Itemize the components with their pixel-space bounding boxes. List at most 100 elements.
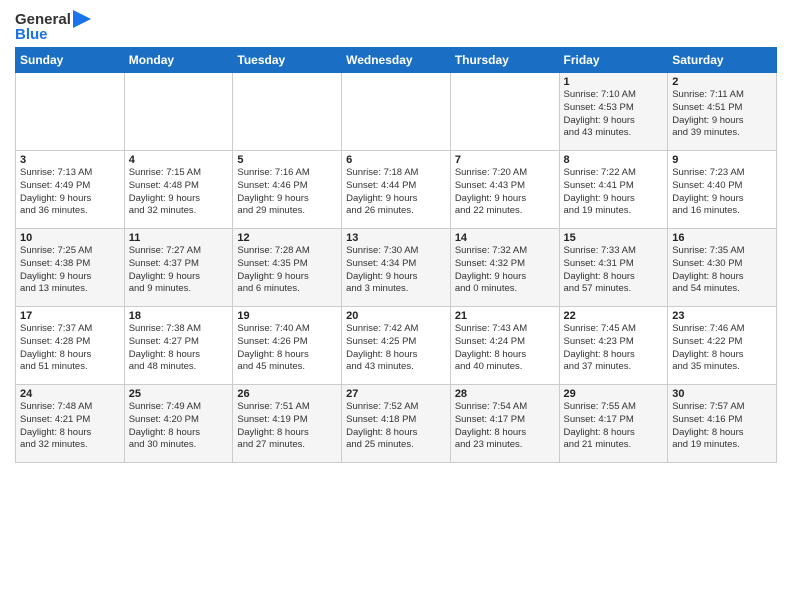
- day-cell: 17Sunrise: 7:37 AM Sunset: 4:28 PM Dayli…: [16, 307, 125, 385]
- day-number: 29: [564, 388, 664, 400]
- day-number: 28: [455, 388, 555, 400]
- day-info: Sunrise: 7:10 AM Sunset: 4:53 PM Dayligh…: [564, 89, 664, 140]
- logo-blue: Blue: [15, 26, 48, 43]
- day-info: Sunrise: 7:54 AM Sunset: 4:17 PM Dayligh…: [455, 401, 555, 452]
- day-cell: 22Sunrise: 7:45 AM Sunset: 4:23 PM Dayli…: [559, 307, 668, 385]
- day-cell: 24Sunrise: 7:48 AM Sunset: 4:21 PM Dayli…: [16, 385, 125, 463]
- day-cell: [233, 73, 342, 151]
- day-number: 8: [564, 154, 664, 166]
- header-cell-saturday: Saturday: [668, 48, 777, 73]
- day-number: 13: [346, 232, 446, 244]
- day-cell: 19Sunrise: 7:40 AM Sunset: 4:26 PM Dayli…: [233, 307, 342, 385]
- day-cell: 18Sunrise: 7:38 AM Sunset: 4:27 PM Dayli…: [124, 307, 233, 385]
- day-number: 16: [672, 232, 772, 244]
- day-info: Sunrise: 7:57 AM Sunset: 4:16 PM Dayligh…: [672, 401, 772, 452]
- header-cell-wednesday: Wednesday: [342, 48, 451, 73]
- header-cell-monday: Monday: [124, 48, 233, 73]
- day-number: 12: [237, 232, 337, 244]
- day-cell: 11Sunrise: 7:27 AM Sunset: 4:37 PM Dayli…: [124, 229, 233, 307]
- day-number: 5: [237, 154, 337, 166]
- day-cell: 20Sunrise: 7:42 AM Sunset: 4:25 PM Dayli…: [342, 307, 451, 385]
- day-info: Sunrise: 7:20 AM Sunset: 4:43 PM Dayligh…: [455, 167, 555, 218]
- day-info: Sunrise: 7:55 AM Sunset: 4:17 PM Dayligh…: [564, 401, 664, 452]
- header-cell-tuesday: Tuesday: [233, 48, 342, 73]
- day-cell: 10Sunrise: 7:25 AM Sunset: 4:38 PM Dayli…: [16, 229, 125, 307]
- day-info: Sunrise: 7:43 AM Sunset: 4:24 PM Dayligh…: [455, 323, 555, 374]
- day-cell: 7Sunrise: 7:20 AM Sunset: 4:43 PM Daylig…: [450, 151, 559, 229]
- day-info: Sunrise: 7:46 AM Sunset: 4:22 PM Dayligh…: [672, 323, 772, 374]
- day-cell: 29Sunrise: 7:55 AM Sunset: 4:17 PM Dayli…: [559, 385, 668, 463]
- day-number: 24: [20, 388, 120, 400]
- day-number: 14: [455, 232, 555, 244]
- day-cell: [124, 73, 233, 151]
- day-info: Sunrise: 7:45 AM Sunset: 4:23 PM Dayligh…: [564, 323, 664, 374]
- day-cell: [342, 73, 451, 151]
- week-row-1: 1Sunrise: 7:10 AM Sunset: 4:53 PM Daylig…: [16, 73, 777, 151]
- day-cell: 27Sunrise: 7:52 AM Sunset: 4:18 PM Dayli…: [342, 385, 451, 463]
- day-info: Sunrise: 7:11 AM Sunset: 4:51 PM Dayligh…: [672, 89, 772, 140]
- day-info: Sunrise: 7:40 AM Sunset: 4:26 PM Dayligh…: [237, 323, 337, 374]
- day-info: Sunrise: 7:52 AM Sunset: 4:18 PM Dayligh…: [346, 401, 446, 452]
- logo: General Blue: [15, 10, 91, 43]
- day-cell: [16, 73, 125, 151]
- day-info: Sunrise: 7:15 AM Sunset: 4:48 PM Dayligh…: [129, 167, 229, 218]
- day-cell: 14Sunrise: 7:32 AM Sunset: 4:32 PM Dayli…: [450, 229, 559, 307]
- day-number: 3: [20, 154, 120, 166]
- day-info: Sunrise: 7:32 AM Sunset: 4:32 PM Dayligh…: [455, 245, 555, 296]
- day-cell: 2Sunrise: 7:11 AM Sunset: 4:51 PM Daylig…: [668, 73, 777, 151]
- day-number: 18: [129, 310, 229, 322]
- day-number: 26: [237, 388, 337, 400]
- day-cell: 30Sunrise: 7:57 AM Sunset: 4:16 PM Dayli…: [668, 385, 777, 463]
- week-row-3: 10Sunrise: 7:25 AM Sunset: 4:38 PM Dayli…: [16, 229, 777, 307]
- header-row: SundayMondayTuesdayWednesdayThursdayFrid…: [16, 48, 777, 73]
- day-number: 10: [20, 232, 120, 244]
- day-number: 27: [346, 388, 446, 400]
- header-cell-thursday: Thursday: [450, 48, 559, 73]
- day-number: 11: [129, 232, 229, 244]
- day-cell: 21Sunrise: 7:43 AM Sunset: 4:24 PM Dayli…: [450, 307, 559, 385]
- header-cell-sunday: Sunday: [16, 48, 125, 73]
- day-info: Sunrise: 7:22 AM Sunset: 4:41 PM Dayligh…: [564, 167, 664, 218]
- day-number: 17: [20, 310, 120, 322]
- day-number: 22: [564, 310, 664, 322]
- week-row-2: 3Sunrise: 7:13 AM Sunset: 4:49 PM Daylig…: [16, 151, 777, 229]
- day-cell: 26Sunrise: 7:51 AM Sunset: 4:19 PM Dayli…: [233, 385, 342, 463]
- day-cell: 6Sunrise: 7:18 AM Sunset: 4:44 PM Daylig…: [342, 151, 451, 229]
- day-info: Sunrise: 7:33 AM Sunset: 4:31 PM Dayligh…: [564, 245, 664, 296]
- day-cell: 12Sunrise: 7:28 AM Sunset: 4:35 PM Dayli…: [233, 229, 342, 307]
- day-info: Sunrise: 7:35 AM Sunset: 4:30 PM Dayligh…: [672, 245, 772, 296]
- day-cell: 23Sunrise: 7:46 AM Sunset: 4:22 PM Dayli…: [668, 307, 777, 385]
- day-number: 30: [672, 388, 772, 400]
- day-cell: 9Sunrise: 7:23 AM Sunset: 4:40 PM Daylig…: [668, 151, 777, 229]
- day-info: Sunrise: 7:13 AM Sunset: 4:49 PM Dayligh…: [20, 167, 120, 218]
- day-number: 25: [129, 388, 229, 400]
- logo-general: General: [15, 11, 71, 28]
- day-number: 15: [564, 232, 664, 244]
- week-row-5: 24Sunrise: 7:48 AM Sunset: 4:21 PM Dayli…: [16, 385, 777, 463]
- day-info: Sunrise: 7:30 AM Sunset: 4:34 PM Dayligh…: [346, 245, 446, 296]
- logo-arrow-icon: [73, 10, 91, 28]
- day-cell: 16Sunrise: 7:35 AM Sunset: 4:30 PM Dayli…: [668, 229, 777, 307]
- day-info: Sunrise: 7:18 AM Sunset: 4:44 PM Dayligh…: [346, 167, 446, 218]
- day-cell: [450, 73, 559, 151]
- day-cell: 5Sunrise: 7:16 AM Sunset: 4:46 PM Daylig…: [233, 151, 342, 229]
- day-info: Sunrise: 7:28 AM Sunset: 4:35 PM Dayligh…: [237, 245, 337, 296]
- day-info: Sunrise: 7:23 AM Sunset: 4:40 PM Dayligh…: [672, 167, 772, 218]
- day-number: 4: [129, 154, 229, 166]
- day-info: Sunrise: 7:42 AM Sunset: 4:25 PM Dayligh…: [346, 323, 446, 374]
- day-cell: 4Sunrise: 7:15 AM Sunset: 4:48 PM Daylig…: [124, 151, 233, 229]
- day-number: 19: [237, 310, 337, 322]
- day-info: Sunrise: 7:37 AM Sunset: 4:28 PM Dayligh…: [20, 323, 120, 374]
- page-container: General Blue SundayMondayTuesdayWednesda…: [0, 0, 792, 468]
- day-info: Sunrise: 7:49 AM Sunset: 4:20 PM Dayligh…: [129, 401, 229, 452]
- week-row-4: 17Sunrise: 7:37 AM Sunset: 4:28 PM Dayli…: [16, 307, 777, 385]
- day-cell: 3Sunrise: 7:13 AM Sunset: 4:49 PM Daylig…: [16, 151, 125, 229]
- day-info: Sunrise: 7:48 AM Sunset: 4:21 PM Dayligh…: [20, 401, 120, 452]
- day-number: 2: [672, 76, 772, 88]
- day-cell: 15Sunrise: 7:33 AM Sunset: 4:31 PM Dayli…: [559, 229, 668, 307]
- logo-text-block: General Blue: [15, 10, 91, 43]
- day-number: 6: [346, 154, 446, 166]
- day-number: 20: [346, 310, 446, 322]
- day-cell: 13Sunrise: 7:30 AM Sunset: 4:34 PM Dayli…: [342, 229, 451, 307]
- day-info: Sunrise: 7:51 AM Sunset: 4:19 PM Dayligh…: [237, 401, 337, 452]
